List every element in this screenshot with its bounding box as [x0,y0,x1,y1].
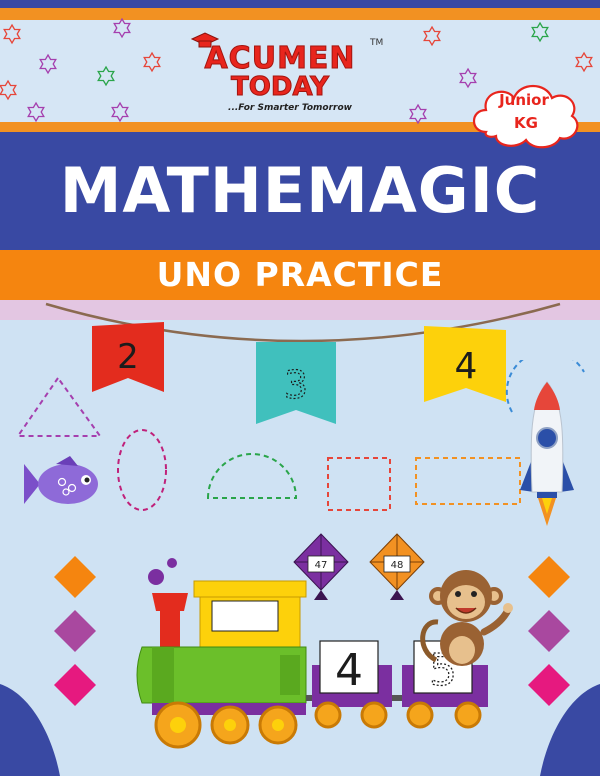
wagon-number: 4 [335,645,363,696]
tracing-square [327,457,391,511]
tracing-semicircle [206,453,298,499]
star-icon [111,101,129,123]
book-title: MATHEMAGIC [59,154,541,227]
diamond-icon [54,556,96,598]
star-icon [97,65,115,87]
diamond-icon [54,610,96,652]
grade-badge-line2: KG [514,114,538,132]
monkey-icon [420,570,513,666]
diamond-icon [528,556,570,598]
star-icon [113,18,131,39]
brand-tagline: ...For Smarter Tomorrow [228,103,352,113]
star-icon [409,103,427,125]
trademark: TM [370,38,384,48]
tracing-rectangle [415,457,521,505]
top-strip [0,0,600,8]
book-subtitle: UNO PRACTICE [156,255,444,294]
star-icon [0,79,17,101]
star-icon [143,51,161,73]
star-icon [3,23,21,45]
brand-name-line2: TODAY [231,72,330,102]
brand-name-line1: ACUMEN [204,41,356,76]
rocket-icon [520,381,574,526]
grade-badge: Junior KG [472,84,579,149]
diamond-icon [528,610,570,652]
star-icon [575,51,593,73]
tracing-triangle [16,376,102,437]
grade-badge-line1: Junior [498,91,549,109]
star-icon [27,101,45,123]
fish-icon [24,456,98,504]
star-icon [423,25,441,47]
tracing-oval [117,429,167,511]
star-icon [531,21,549,43]
star-icon [39,53,57,75]
